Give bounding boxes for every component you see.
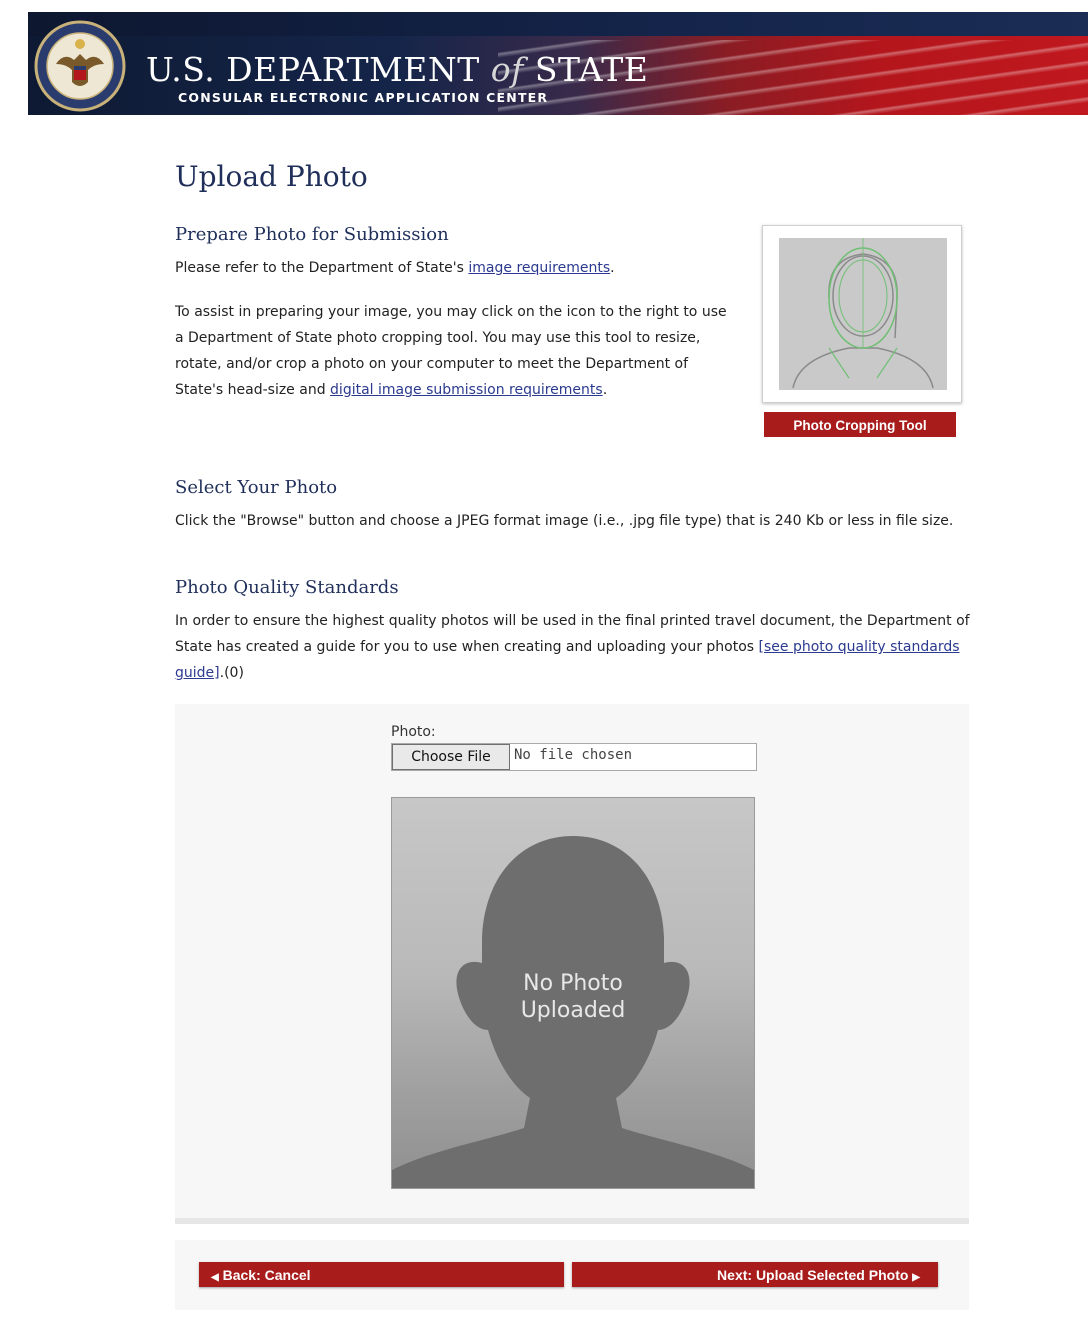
back-label: Back: Cancel bbox=[222, 1267, 311, 1283]
quality-standards-suffix: .(0) bbox=[219, 665, 244, 681]
choose-file-button[interactable]: Choose File bbox=[392, 744, 510, 770]
photo-placeholder: No Photo Uploaded bbox=[391, 797, 755, 1189]
navigation-bar: ◀ Back: Cancel Next: Upload Selected Pho… bbox=[175, 1240, 969, 1310]
great-seal-icon bbox=[34, 20, 126, 112]
face-outline-icon bbox=[792, 238, 934, 389]
select-photo-text: Click the "Browse" button and choose a J… bbox=[175, 513, 954, 529]
quality-standards-text: In order to ensure the highest quality p… bbox=[175, 608, 975, 686]
caret-left-icon: ◀ bbox=[211, 1272, 219, 1283]
image-requirements-prefix: Please refer to the Department of State'… bbox=[175, 260, 469, 276]
department-subtitle: CONSULAR ELECTRONIC APPLICATION CENTER bbox=[178, 90, 549, 105]
no-photo-text: No Photo Uploaded bbox=[392, 970, 754, 1024]
photo-cropping-tool-button[interactable]: Photo Cropping Tool bbox=[764, 412, 956, 437]
photo-cropping-tool-thumbnail[interactable] bbox=[762, 225, 962, 403]
no-photo-line1: No Photo bbox=[523, 971, 623, 996]
assist-text-suffix: . bbox=[602, 382, 608, 398]
assist-text: To assist in preparing your image, you m… bbox=[175, 299, 735, 403]
quality-standards-heading: Photo Quality Standards bbox=[175, 577, 399, 598]
back-cancel-button[interactable]: ◀ Back: Cancel bbox=[199, 1262, 564, 1287]
digital-image-requirements-link[interactable]: digital image submission requirements bbox=[330, 382, 603, 398]
page-title: Upload Photo bbox=[175, 160, 368, 193]
next-upload-button[interactable]: Next: Upload Selected Photo ▶ bbox=[572, 1262, 938, 1287]
upload-panel: Photo: Choose File No file chosen No Pho… bbox=[175, 704, 969, 1224]
cropping-tool-image bbox=[779, 238, 947, 390]
photo-label: Photo: bbox=[391, 724, 436, 740]
prepare-heading: Prepare Photo for Submission bbox=[175, 224, 449, 245]
no-photo-line2: Uploaded bbox=[520, 998, 626, 1023]
select-photo-heading: Select Your Photo bbox=[175, 477, 338, 498]
file-status-text: No file chosen bbox=[514, 747, 633, 763]
photo-file-input[interactable]: Choose File No file chosen bbox=[391, 743, 757, 771]
header-banner: U.S. DEPARTMENT of STATE CONSULAR ELECTR… bbox=[28, 12, 1088, 115]
department-title: U.S. DEPARTMENT of STATE bbox=[146, 50, 649, 89]
caret-right-icon: ▶ bbox=[912, 1272, 920, 1283]
image-requirements-suffix: . bbox=[610, 260, 615, 276]
next-label: Next: Upload Selected Photo bbox=[717, 1267, 909, 1283]
banner-top-stripe bbox=[28, 12, 1088, 36]
image-requirements-text: Please refer to the Department of State'… bbox=[175, 255, 735, 281]
image-requirements-link[interactable]: image requirements bbox=[468, 260, 610, 276]
